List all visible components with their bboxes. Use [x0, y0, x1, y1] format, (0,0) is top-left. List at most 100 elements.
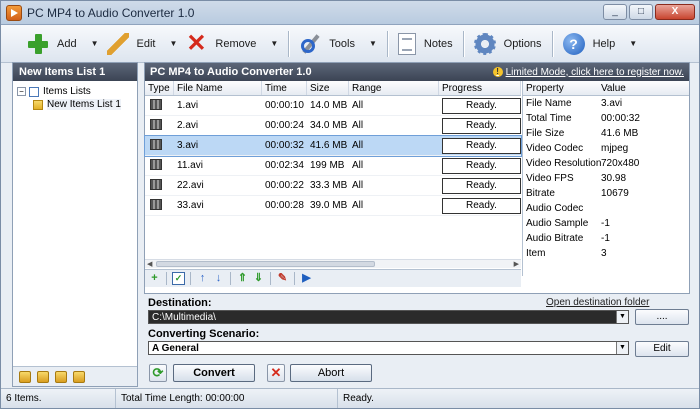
table-row[interactable]: 33.avi 00:00:28 39.0 MB All Ready.	[145, 196, 521, 216]
col-range[interactable]: Range	[349, 81, 439, 95]
toolbar-separator	[190, 272, 191, 285]
scroll-thumb[interactable]	[156, 261, 375, 267]
open-destination-link[interactable]: Open destination folder	[546, 297, 649, 308]
tree-node-label: Items Lists	[43, 86, 91, 97]
property-name: Audio Codec	[526, 203, 584, 214]
items-tree: − Items Lists New Items List 1	[13, 81, 137, 111]
register-link[interactable]: ! Limited Mode, click here to register n…	[492, 67, 684, 78]
progress-cell: Ready.	[439, 117, 521, 134]
close-button[interactable]: X	[655, 4, 695, 20]
chevron-down-icon[interactable]: ▼	[616, 311, 628, 323]
property-row: Video Resolution 720x480	[523, 156, 689, 171]
file-table-header: Type File Name Time Size Range Progress	[145, 81, 521, 96]
title-bar: PC MP4 to Audio Converter 1.0 _ □ X	[1, 1, 699, 25]
move-up-icon[interactable]: ↑	[196, 272, 209, 285]
check-icon[interactable]: ✓	[172, 272, 185, 285]
col-type[interactable]: Type	[145, 81, 174, 95]
chevron-down-icon[interactable]: ▼	[270, 39, 278, 48]
toolbar-separator	[288, 30, 290, 57]
property-value: 3.avi	[601, 98, 623, 109]
chevron-down-icon[interactable]: ▼	[91, 39, 99, 48]
col-size[interactable]: Size	[307, 81, 349, 95]
options-button[interactable]: Options	[470, 28, 546, 60]
progress-box: Ready.	[442, 117, 521, 134]
notes-button[interactable]: Notes	[394, 28, 457, 60]
destination-field[interactable]: C:\Multimedia\ ▼	[148, 310, 629, 324]
convert-button[interactable]: Convert	[173, 364, 255, 382]
list-options-icon[interactable]	[73, 370, 85, 383]
tools-label: Tools	[329, 37, 355, 50]
move-down-icon[interactable]: ↓	[212, 272, 225, 285]
property-row: Audio Codec	[523, 201, 689, 216]
property-row: Item 3	[523, 246, 689, 261]
col-progress[interactable]: Progress	[439, 81, 521, 95]
remove-button[interactable]: ✕ Remove ▼	[181, 28, 282, 60]
tree-node-label: New Items List 1	[47, 99, 121, 110]
tools-button[interactable]: Tools ▼	[295, 28, 381, 60]
abort-icon[interactable]: ✕	[267, 364, 285, 382]
scenario-label: Converting Scenario:	[148, 328, 260, 340]
table-row[interactable]: 3.avi 00:00:32 41.6 MB All Ready.	[144, 135, 522, 157]
edit-scenario-button[interactable]: Edit	[635, 341, 689, 357]
edit-item-icon[interactable]: ✎	[276, 272, 289, 285]
range-cell: All	[352, 120, 364, 131]
table-row[interactable]: 22.avi 00:00:22 33.3 MB All Ready.	[145, 176, 521, 196]
move-top-icon[interactable]: ⇑	[236, 272, 249, 285]
maximize-button[interactable]: □	[629, 4, 653, 20]
progress-cell: Ready.	[439, 197, 521, 214]
edit-button[interactable]: Edit ▼	[103, 28, 182, 60]
remove-list-icon[interactable]	[55, 370, 67, 383]
chevron-down-icon[interactable]: ▼	[369, 39, 377, 48]
destination-label: Destination:	[148, 297, 212, 309]
help-button[interactable]: ? Help ▼	[559, 28, 642, 60]
video-file-icon	[150, 138, 162, 150]
convert-icon[interactable]: ⟳	[149, 364, 167, 382]
table-row[interactable]: 1.avi 00:00:10 14.0 MB All Ready.	[145, 96, 521, 116]
property-row: Video FPS 30.98	[523, 171, 689, 186]
size-cell: 199 MB	[310, 160, 345, 171]
chevron-down-icon[interactable]: ▼	[616, 342, 628, 354]
edit-label: Edit	[136, 37, 156, 50]
collapse-toggle-icon[interactable]: −	[17, 87, 26, 96]
property-row: File Size 41.6 MB	[523, 126, 689, 141]
properties-table: Property Value File Name 3.avi Total Time 0…	[522, 81, 689, 276]
move-bottom-icon[interactable]: ⇓	[252, 272, 265, 285]
chevron-down-icon[interactable]: ▼	[629, 39, 637, 48]
browse-button[interactable]: ....	[635, 309, 689, 325]
progress-box: Ready.	[442, 197, 521, 214]
minimize-button[interactable]: _	[603, 4, 627, 20]
status-bar: 6 Items. Total Time Length: 00:00:00 Rea…	[1, 388, 699, 408]
col-time[interactable]: Time	[262, 81, 307, 95]
toolbar-separator	[551, 30, 553, 57]
horizontal-scrollbar[interactable]: ◀ ▶	[145, 259, 521, 268]
property-row: Audio Bitrate -1	[523, 231, 689, 246]
tree-node-new-items-list[interactable]: New Items List 1	[17, 98, 137, 111]
video-file-icon	[150, 178, 162, 190]
scroll-right-icon[interactable]: ▶	[514, 260, 519, 268]
size-cell: 41.6 MB	[310, 140, 348, 151]
abort-button[interactable]: Abort	[290, 364, 372, 382]
table-row[interactable]: 11.avi 00:02:34 199 MB All Ready.	[145, 156, 521, 176]
edit-list-icon[interactable]	[37, 370, 49, 383]
scenario-value[interactable]: A General	[149, 342, 616, 354]
destination-value[interactable]: C:\Multimedia\	[149, 311, 616, 323]
progress-box: Ready.	[442, 137, 521, 154]
file-name-cell: 22.avi	[177, 180, 204, 191]
tree-node-items-lists[interactable]: − Items Lists	[17, 85, 137, 98]
toolbar-separator	[294, 272, 295, 285]
scenario-select[interactable]: A General ▼	[148, 341, 629, 355]
toolbar-separator	[386, 30, 388, 57]
play-icon[interactable]: ▶	[300, 272, 313, 285]
add-button[interactable]: Add ▼	[23, 28, 103, 60]
add-file-icon[interactable]: +	[148, 272, 161, 285]
gear-icon	[473, 32, 496, 55]
progress-cell: Ready.	[439, 157, 521, 174]
property-name: Bitrate	[526, 188, 555, 199]
table-row[interactable]: 2.avi 00:00:24 34.0 MB All Ready.	[145, 116, 521, 136]
file-name-cell: 33.avi	[177, 200, 204, 211]
col-file-name[interactable]: File Name	[174, 81, 262, 95]
add-list-icon[interactable]	[19, 370, 31, 383]
scroll-left-icon[interactable]: ◀	[147, 260, 152, 268]
chevron-down-icon[interactable]: ▼	[169, 39, 177, 48]
time-cell: 00:00:22	[265, 180, 304, 191]
